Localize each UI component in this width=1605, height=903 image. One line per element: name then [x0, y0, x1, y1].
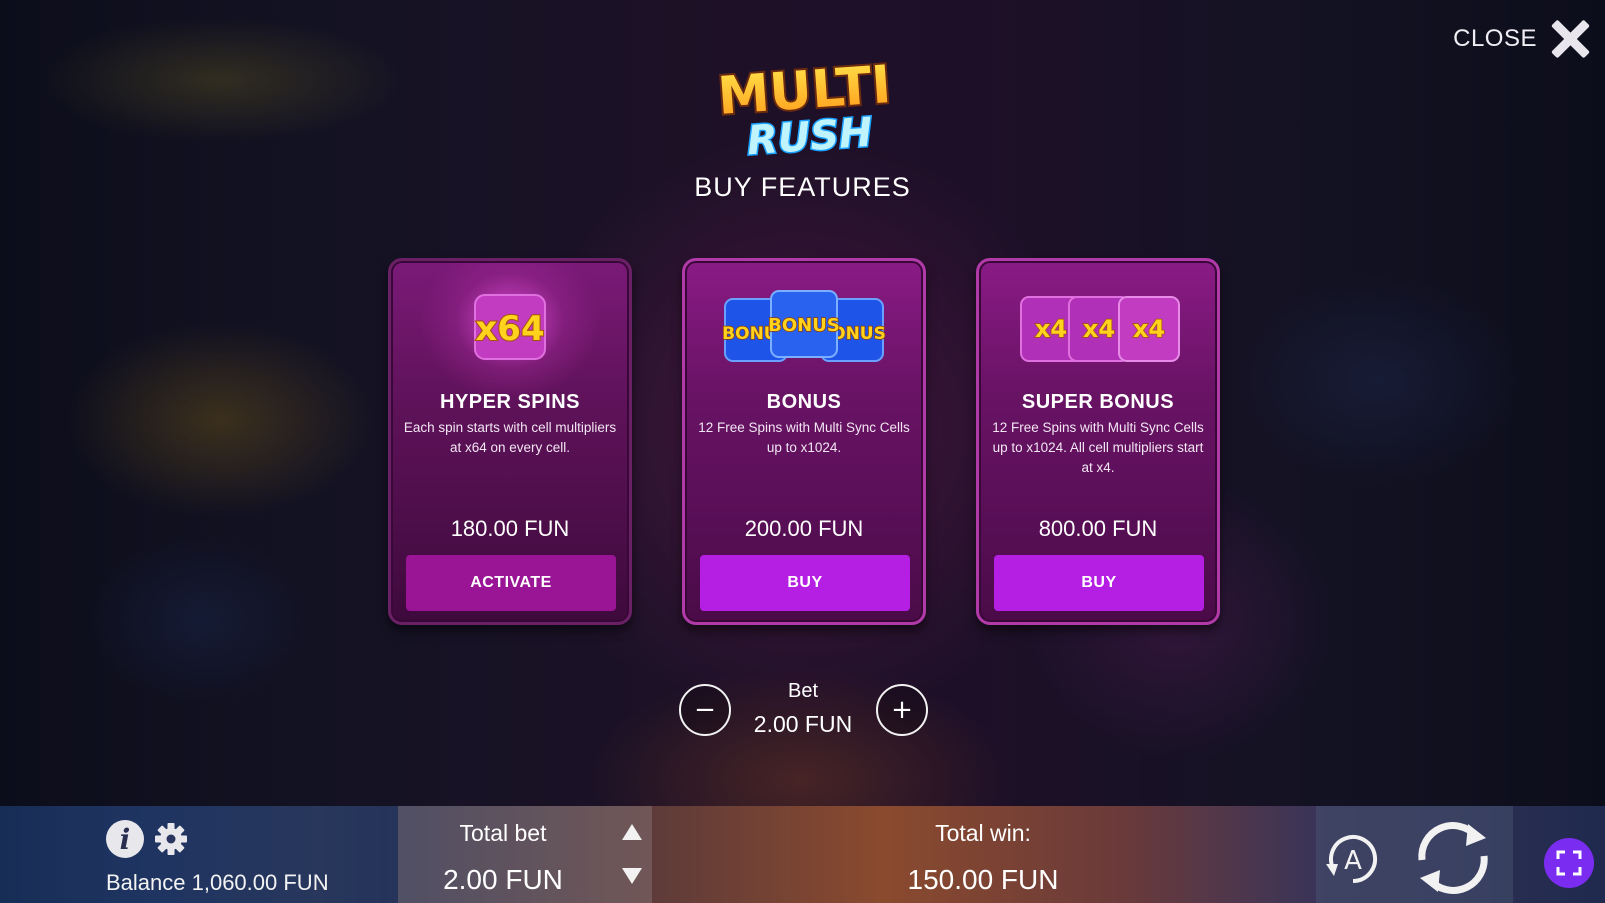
buy-bonus-button[interactable]: BUY	[700, 555, 910, 611]
autoplay-icon[interactable]: A	[1322, 828, 1384, 890]
total-win-value: 150.00 FUN	[907, 864, 1059, 895]
autoplay-letter: A	[1344, 846, 1362, 876]
total-bet-increase-button[interactable]	[612, 812, 652, 852]
spin-icon[interactable]	[1410, 816, 1496, 900]
super-bonus-art: x4 x4 x4	[979, 287, 1217, 367]
arrow-up-icon	[622, 824, 642, 840]
x64-chip: x64	[474, 294, 546, 360]
gear-icon[interactable]	[154, 822, 188, 856]
feature-card-super-bonus: x4 x4 x4 SUPER BONUS 12 Free Spins with …	[976, 258, 1220, 625]
total-win-label: Total win:	[935, 820, 1031, 846]
feature-card-description: Each spin starts with cell multipliers a…	[403, 420, 617, 455]
bottom-bar: i Balance 1,060.00 FUN Total bet 2.00 FU…	[0, 806, 1605, 903]
close-label: CLOSE	[1453, 25, 1537, 52]
bonus-art: BONUS BONUS BONUS	[685, 287, 923, 367]
hyper-spins-art: x64	[391, 287, 629, 367]
x4-chip-text: x4	[1035, 315, 1067, 343]
bet-value: 2.00 FUN	[753, 711, 853, 737]
total-bet-label: Total bet	[459, 820, 547, 846]
fullscreen-icon	[1556, 850, 1582, 876]
total-bet-value: 2.00 FUN	[443, 864, 563, 895]
arrow-down-icon	[622, 868, 642, 884]
close-icon[interactable]	[1549, 18, 1591, 60]
logo-text-bottom: RUSH	[746, 110, 874, 162]
page-title: BUY FEATURES	[694, 172, 911, 202]
buy-super-bonus-button[interactable]: BUY	[994, 555, 1204, 611]
x4-chips: x4 x4 x4	[1020, 296, 1180, 362]
feature-card-price: 180.00 FUN	[450, 516, 570, 541]
plus-icon: +	[891, 695, 913, 725]
feature-card-description: 12 Free Spins with Multi Sync Cells up t…	[992, 420, 1204, 475]
x4-chip-text: x4	[1083, 315, 1115, 343]
balance-text: Balance 1,060.00 FUN	[106, 870, 329, 895]
feature-card-title: BONUS	[766, 391, 842, 413]
x64-chip-text: x64	[475, 309, 544, 349]
feature-card-bonus: BONUS BONUS BONUS BONUS 12 Free Spins wi…	[682, 258, 926, 625]
feature-card-title: HYPER SPINS	[440, 391, 580, 413]
activate-button[interactable]: ACTIVATE	[406, 555, 616, 611]
total-bet-decrease-button[interactable]	[612, 856, 652, 896]
feature-card-hyper-spins: x64 HYPER SPINS Each spin starts with ce…	[388, 258, 632, 625]
info-icon[interactable]: i	[106, 820, 144, 858]
bonus-chips: BONUS BONUS BONUS	[721, 290, 887, 362]
bet-label: Bet	[787, 680, 819, 702]
feature-card-price: 200.00 FUN	[744, 516, 864, 541]
fullscreen-button[interactable]	[1544, 838, 1594, 888]
game-logo: MULTI RUSH	[714, 53, 895, 162]
bonus-chip-center-text: BONUS	[768, 315, 840, 336]
close-button[interactable]: CLOSE	[1453, 18, 1591, 60]
feature-card-price: 800.00 FUN	[1038, 516, 1158, 541]
x4-chip-text: x4	[1133, 315, 1165, 343]
bet-increase-button[interactable]: +	[876, 684, 928, 736]
feature-card-title: SUPER BONUS	[1021, 391, 1175, 413]
feature-card-description: 12 Free Spins with Multi Sync Cells up t…	[698, 420, 910, 455]
